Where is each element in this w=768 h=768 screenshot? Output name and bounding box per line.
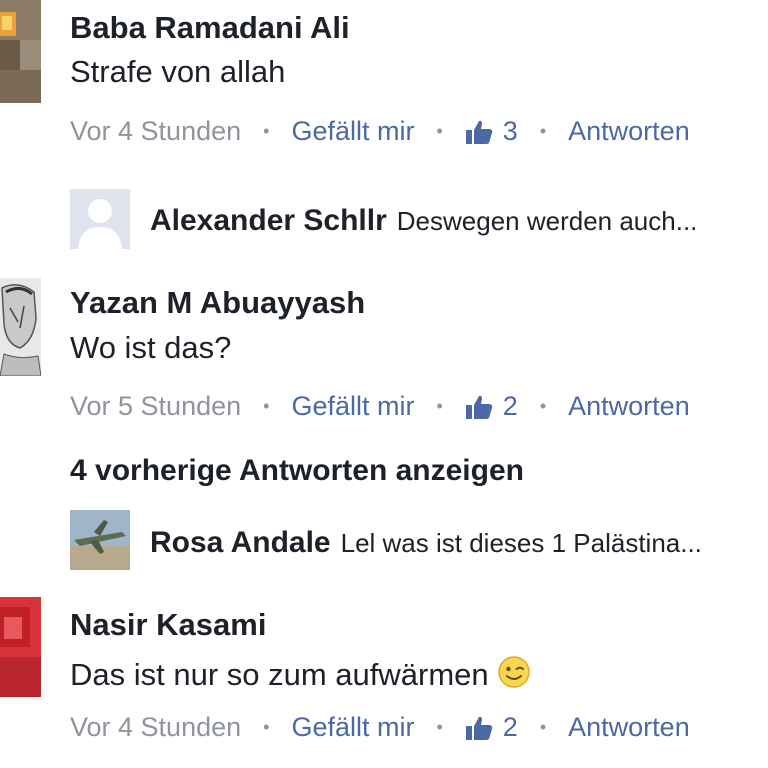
separator-dot: • — [436, 121, 443, 141]
comment-actions: Vor 4 Stunden • Gefällt mir • 3 • Antwor… — [70, 116, 690, 147]
comment-author[interactable]: Yazan M Abuayyash — [70, 285, 365, 321]
comment-text: Wo ist das? — [70, 330, 232, 365]
avatar-yazan-m-abuayyash[interactable] — [0, 278, 41, 376]
avatar-alexander-schllr[interactable] — [70, 189, 130, 249]
winking-face-icon — [497, 655, 531, 689]
thumbs-up-icon[interactable] — [465, 394, 493, 420]
reply-preview[interactable]: Alexander Schllr Deswegen werden auch... — [150, 204, 697, 238]
comment-time[interactable]: Vor 5 Stunden — [70, 391, 241, 422]
separator-dot: • — [539, 121, 547, 141]
comment-time[interactable]: Vor 4 Stunden — [70, 712, 241, 743]
show-previous-replies-link[interactable]: 4 vorherige Antworten anzeigen — [70, 454, 524, 488]
avatar-image — [0, 597, 41, 697]
separator-dot: • — [263, 717, 270, 737]
avatar-image — [70, 510, 130, 570]
avatar-image — [0, 278, 41, 376]
comment-text: Strafe von allah — [70, 54, 286, 89]
like-button[interactable]: Gefällt mir — [291, 116, 414, 147]
like-button[interactable]: Gefällt mir — [291, 391, 414, 422]
thumbs-up-icon[interactable] — [465, 715, 493, 741]
avatar-rosa-andale[interactable] — [70, 510, 130, 570]
separator-dot: • — [539, 717, 547, 737]
avatar-baba-ramadani-ali[interactable] — [0, 0, 41, 103]
separator-dot: • — [436, 396, 443, 416]
reply-snippet[interactable]: Deswegen werden auch... — [397, 206, 698, 237]
separator-dot: • — [263, 396, 270, 416]
avatar-image — [0, 0, 41, 103]
comment-author[interactable]: Baba Ramadani Ali — [70, 10, 350, 46]
thumbs-up-icon[interactable] — [465, 119, 493, 145]
reply-author[interactable]: Alexander Schllr — [150, 204, 387, 238]
like-count[interactable]: 3 — [503, 116, 518, 147]
comment-actions: Vor 5 Stunden • Gefällt mir • 2 • Antwor… — [70, 391, 690, 422]
comment-time[interactable]: Vor 4 Stunden — [70, 116, 241, 147]
reply-button[interactable]: Antworten — [568, 116, 690, 147]
comment-text: Das ist nur so zum aufwärmen — [70, 655, 531, 693]
comment-text-content: Das ist nur so zum aufwärmen — [70, 657, 489, 692]
avatar-nasir-kasami[interactable] — [0, 597, 41, 697]
separator-dot: • — [436, 717, 443, 737]
like-count[interactable]: 2 — [503, 712, 518, 743]
separator-dot: • — [539, 396, 547, 416]
separator-dot: • — [263, 121, 270, 141]
reply-author[interactable]: Rosa Andale — [150, 526, 331, 560]
comment-actions: Vor 4 Stunden • Gefällt mir • 2 • Antwor… — [70, 712, 690, 743]
like-count[interactable]: 2 — [503, 391, 518, 422]
default-avatar-icon — [70, 189, 130, 249]
like-button[interactable]: Gefällt mir — [291, 712, 414, 743]
reply-preview[interactable]: Rosa Andale Lel was ist dieses 1 Palästi… — [150, 526, 702, 560]
reply-button[interactable]: Antworten — [568, 391, 690, 422]
comment-author[interactable]: Nasir Kasami — [70, 607, 266, 643]
reply-button[interactable]: Antworten — [568, 712, 690, 743]
reply-snippet[interactable]: Lel was ist dieses 1 Palästina... — [341, 528, 702, 559]
